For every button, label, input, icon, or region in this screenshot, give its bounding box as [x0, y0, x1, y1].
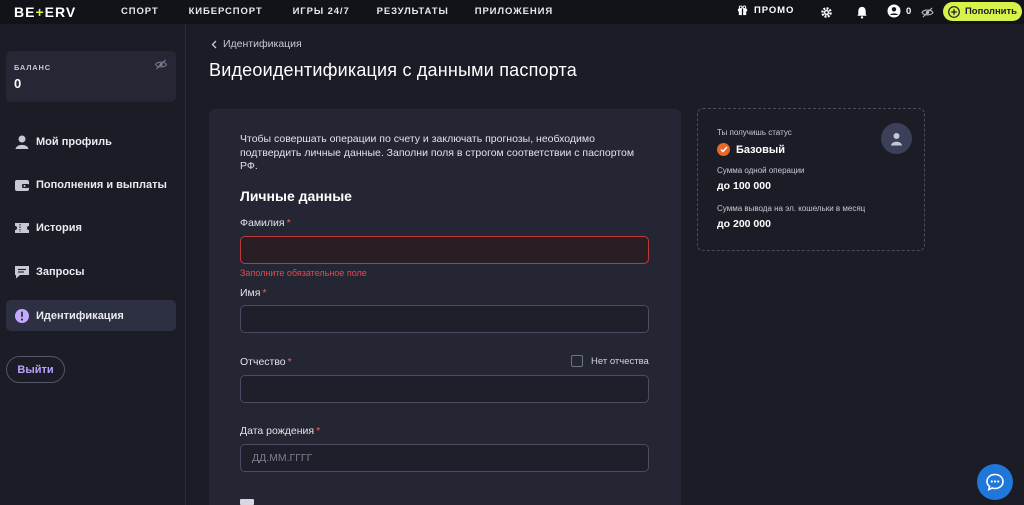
patronymic-input[interactable]	[240, 375, 649, 403]
surname-label-text: Фамилия	[240, 217, 285, 229]
nav-results[interactable]: РЕЗУЛЬТАТЫ	[377, 6, 449, 17]
status-level: Базовый	[717, 143, 785, 156]
sidebar-item-label: Запросы	[36, 266, 85, 278]
name-label: Имя *	[240, 287, 267, 299]
gift-icon	[737, 5, 748, 16]
top-navigation: BE+ERV СПОРТ КИБЕРСПОРТ ИГРЫ 24/7 РЕЗУЛЬ…	[0, 0, 1024, 24]
sidebar-item-requests[interactable]: Запросы	[6, 256, 176, 287]
avatar-icon	[881, 123, 912, 154]
logo-plus: +	[35, 4, 45, 20]
plus-circle-icon	[948, 5, 960, 18]
promo-label: ПРОМО	[754, 5, 795, 16]
sidebar-item-label: Мой профиль	[36, 136, 112, 148]
status-card: Ты получишь статус Базовый Сумма одной о…	[697, 108, 925, 251]
wallet-limit-label: Сумма вывода на эл. кошельки в месяц	[717, 204, 866, 213]
eye-off-icon[interactable]	[154, 57, 168, 75]
chat-bubble-icon	[986, 473, 1004, 491]
nav-apps[interactable]: ПРИЛОЖЕНИЯ	[475, 6, 553, 17]
support-chat-button[interactable]	[977, 464, 1013, 500]
required-mark: *	[316, 425, 321, 437]
settings-icon[interactable]	[818, 4, 834, 20]
user-icon	[15, 135, 29, 149]
deposit-label: Пополнить	[964, 6, 1018, 17]
nav-sport[interactable]: СПОРТ	[121, 6, 159, 17]
logo-text-left: BE	[14, 4, 36, 20]
balance-label: БАЛАНС	[14, 63, 51, 72]
sidebar-item-label: Пополнения и выплаты	[36, 179, 167, 191]
nav-games[interactable]: ИГРЫ 24/7	[293, 6, 350, 17]
identification-form: Чтобы совершать операции по счету и закл…	[209, 109, 681, 505]
required-mark: *	[262, 287, 267, 299]
sidebar-item-history[interactable]: История	[6, 212, 176, 243]
patronymic-label: Отчество *	[240, 356, 292, 368]
no-patronymic-checkbox[interactable]: Нет отчества	[571, 355, 649, 367]
surname-error: Заполните обязательное поле	[240, 268, 367, 278]
promo-button[interactable]: ПРОМО	[737, 5, 794, 16]
no-patronymic-label: Нет отчества	[591, 355, 649, 367]
balance-value: 0	[14, 76, 22, 91]
sidebar-item-identification[interactable]: Идентификация	[6, 300, 176, 331]
breadcrumb[interactable]: Идентификация	[211, 38, 302, 50]
eye-off-icon[interactable]	[919, 4, 935, 20]
wallet-limit-value: до 200 000	[717, 218, 771, 230]
birthdate-input[interactable]	[240, 444, 649, 472]
deposit-button[interactable]: Пополнить	[943, 2, 1022, 21]
birthdate-label-text: Дата рождения	[240, 425, 315, 437]
sidebar: БАЛАНС 0 Мой профиль Пополнения и выплат…	[0, 24, 186, 505]
header-balance: 0	[906, 5, 912, 17]
required-mark: *	[287, 356, 292, 368]
section-title: Личные данные	[240, 188, 352, 204]
patronymic-label-text: Отчество	[240, 356, 286, 368]
chevron-left-icon	[211, 40, 217, 48]
balance-card: БАЛАНС 0	[6, 51, 176, 102]
surname-input[interactable]	[240, 236, 649, 264]
wallet-icon	[15, 180, 29, 191]
intro-text: Чтобы совершать операции по счету и закл…	[240, 133, 635, 172]
name-input[interactable]	[240, 305, 649, 333]
chat-icon	[15, 266, 29, 279]
breadcrumb-label: Идентификация	[223, 38, 302, 50]
nav-esports[interactable]: КИБЕРСПОРТ	[189, 6, 263, 17]
next-section-heading-clipped	[240, 499, 254, 505]
check-icon	[717, 143, 730, 156]
alert-icon	[15, 309, 29, 323]
surname-label: Фамилия *	[240, 217, 291, 229]
sidebar-item-profile[interactable]: Мой профиль	[6, 126, 176, 157]
operation-limit-value: до 100 000	[717, 180, 771, 192]
birthdate-label: Дата рождения *	[240, 425, 320, 437]
sidebar-item-payments[interactable]: Пополнения и выплаты	[6, 169, 176, 200]
sidebar-item-label: Идентификация	[36, 310, 124, 322]
logo[interactable]: BE+ERV	[14, 4, 76, 20]
page-title: Видеоидентификация с данными паспорта	[209, 60, 577, 80]
bell-icon[interactable]	[854, 4, 870, 20]
sidebar-item-label: История	[36, 222, 82, 234]
logo-text-right: ERV	[44, 4, 77, 20]
status-level-name: Базовый	[736, 143, 785, 156]
user-circle-icon	[887, 4, 901, 18]
name-label-text: Имя	[240, 287, 261, 299]
account-menu[interactable]: 0	[887, 4, 911, 18]
ticket-icon	[15, 223, 29, 233]
main-nav: СПОРТ КИБЕРСПОРТ ИГРЫ 24/7 РЕЗУЛЬТАТЫ ПР…	[121, 6, 553, 17]
required-mark: *	[286, 217, 291, 229]
logout-button[interactable]: Выйти	[6, 356, 65, 383]
operation-limit-label: Сумма одной операции	[717, 166, 805, 175]
checkbox-box[interactable]	[571, 355, 583, 367]
status-label: Ты получишь статус	[717, 128, 792, 137]
